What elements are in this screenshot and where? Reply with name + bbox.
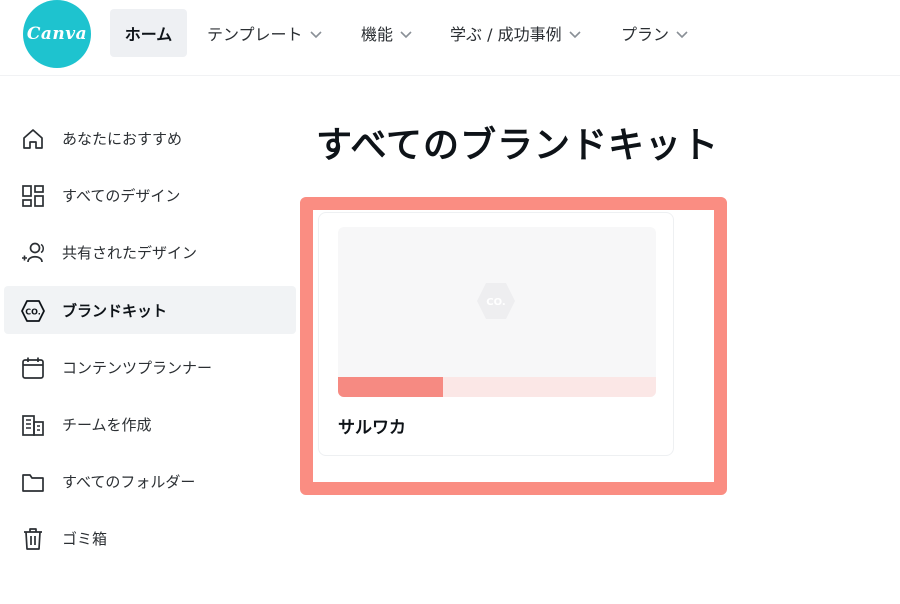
sidebar-item-label: あなたにおすすめ — [62, 129, 183, 148]
chevron-down-icon — [400, 31, 412, 39]
nav-home-label: ホーム — [124, 25, 173, 44]
nav-features[interactable]: 機能 — [361, 9, 413, 57]
sidebar-item-all-designs[interactable]: すべてのデザイン — [4, 171, 296, 219]
svg-text:CO.: CO. — [25, 308, 41, 317]
page-title: すべてのブランドキット — [316, 125, 720, 166]
top-header: Canva ホーム テンプレート 機能 学ぶ / 成功事例 プラン — [0, 0, 900, 76]
sidebar-item-label: すべてのデザイン — [62, 186, 181, 205]
nav-plans-label: プラン — [621, 25, 670, 44]
trash-icon — [24, 528, 42, 550]
highlight-frame — [300, 197, 727, 495]
nav-learn[interactable]: 学ぶ / 成功事例 — [450, 9, 582, 57]
sidebar-item-label: コンテンツプランナー — [62, 358, 213, 377]
nav-features-label: 機能 — [361, 25, 394, 44]
sidebar-item-label: チームを作成 — [62, 415, 152, 434]
building-icon — [22, 415, 44, 436]
sidebar-item-trash[interactable]: ゴミ箱 — [4, 514, 296, 562]
sidebar-item-for-you[interactable]: あなたにおすすめ — [4, 114, 296, 162]
chevron-down-icon — [569, 31, 581, 39]
nav-templates-label: テンプレート — [207, 25, 303, 44]
sidebar-item-label: すべてのフォルダー — [62, 472, 196, 491]
chevron-down-icon — [309, 31, 322, 39]
nav-learn-label: 学ぶ / 成功事例 — [450, 25, 562, 44]
logo-text: Canva — [26, 24, 88, 44]
sidebar-item-create-team[interactable]: チームを作成 — [4, 400, 296, 448]
calendar-icon — [22, 357, 44, 379]
nav-home[interactable]: ホーム — [110, 9, 187, 57]
nav-plans[interactable]: プラン — [621, 9, 689, 57]
sidebar-item-label: ゴミ箱 — [62, 529, 108, 548]
nav-templates[interactable]: テンプレート — [207, 9, 323, 57]
brand-kit-icon: CO. — [21, 300, 45, 322]
sidebar-item-brand-kit[interactable]: CO. ブランドキット — [4, 286, 296, 334]
grid-icon — [22, 185, 44, 207]
home-icon — [23, 129, 43, 149]
shared-users-icon — [22, 242, 44, 263]
sidebar-item-shared-designs[interactable]: 共有されたデザイン — [4, 228, 296, 276]
sidebar-item-all-folders[interactable]: すべてのフォルダー — [4, 457, 296, 505]
folder-icon — [22, 474, 44, 492]
sidebar-item-label: ブランドキット — [62, 301, 168, 320]
chevron-down-icon — [676, 31, 688, 39]
canva-logo[interactable]: Canva — [23, 0, 91, 68]
sidebar-item-content-planner[interactable]: コンテンツプランナー — [4, 343, 296, 391]
sidebar-item-label: 共有されたデザイン — [62, 243, 198, 262]
